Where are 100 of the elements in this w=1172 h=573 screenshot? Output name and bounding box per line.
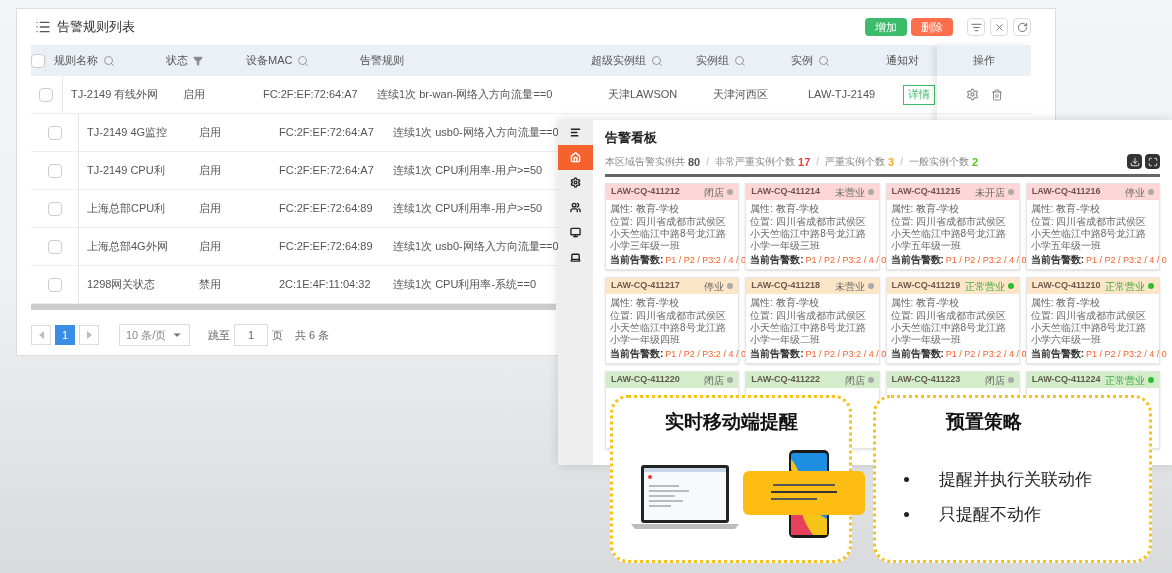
instance-location: 位置: 四川省成都市武侯区小天竺临江中路8号龙江路小学五年级一班: [1030, 216, 1148, 252]
instance-attribute: 属性: 教育-学校: [750, 203, 821, 215]
table-cell: 1298网关状态: [87, 278, 156, 291]
page-button[interactable]: 1: [55, 325, 75, 345]
table-cell: 启用: [182, 88, 205, 101]
instance-location: 位置: 四川省成都市武侯区小天竺临江中路8号龙江路小学一年级四班: [610, 310, 727, 346]
table-cell: 连续1次 br-wan-网络入方向流量==0: [376, 88, 553, 101]
instance-attribute: 属性: 教育-学校: [610, 203, 680, 215]
alarm-label: 当前告警数:: [610, 254, 664, 266]
instance-attribute: 属性: 教育-学校: [610, 297, 680, 309]
checkbox[interactable]: [39, 87, 54, 102]
table-cell: 连续1次 usb0-网络入方向流量==0: [393, 126, 559, 139]
laptop-icon: [570, 252, 581, 263]
instance-status: 正常营业: [1105, 373, 1145, 388]
alarm-label: 当前告警数:: [610, 348, 664, 360]
alarm-label: 当前告警数:: [750, 348, 804, 360]
table-cell: 连续1次 CPU利用率-用户>=50: [393, 164, 543, 177]
menu-icon: [570, 127, 581, 138]
instance-location: 位置: 四川省成都市武侯区小天竺临江中路8号龙江路小学一年级一班: [890, 310, 1008, 346]
instance-status: 闭店: [704, 185, 725, 200]
table-cell: TJ-2149 4G监控: [87, 126, 168, 139]
instance-status: 正常营业: [1105, 279, 1145, 294]
checkbox[interactable]: [47, 125, 62, 140]
checkbox[interactable]: [47, 201, 62, 216]
bullet-text: 提醒并执行关联动作: [939, 468, 1092, 491]
stat-label: 本区域告警实例共: [605, 155, 685, 170]
table-cell: LAW-TJ-2149: [807, 88, 876, 101]
instance-location: 位置: 四川省成都市武侯区小天竺临江中路8号龙江路小学六年级一班: [1030, 310, 1148, 346]
instance-id: LAW-CQ-411216: [1031, 185, 1101, 199]
search-icon: [297, 54, 310, 67]
table-cell: 上海总部CPU利: [87, 202, 166, 215]
instance-id: LAW-CQ-411212: [611, 185, 680, 199]
table-cell: 天津河西区: [712, 88, 768, 101]
table-cell: 连续1次 CPU利用率-系统==0: [393, 278, 537, 291]
download-button[interactable]: [1127, 154, 1142, 170]
search-icon: [103, 54, 115, 67]
next-page-button[interactable]: [79, 325, 99, 345]
alarm-label: 当前告警数:: [890, 348, 944, 360]
table-cell: 启用: [199, 202, 221, 215]
column-header: 设备MAC: [246, 53, 293, 69]
stat-label: 严重实例个数: [825, 155, 886, 170]
close-icon: [993, 21, 1005, 33]
stat-value: 2: [971, 154, 979, 170]
stat-label: 一般实例个数: [908, 155, 969, 170]
instance-location: 位置: 四川省成都市武侯区小天竺临江中路8号龙江路小学一年级二班: [750, 310, 867, 346]
alarm-counts: P1 / P2 / P3:2 / 4 / 0: [945, 348, 1027, 360]
page-size-select[interactable]: 10 条/页: [119, 324, 190, 346]
instance-status: 闭店: [984, 373, 1005, 388]
table-cell: 启用: [199, 164, 221, 177]
table-cell: 上海总部4G外网: [87, 240, 168, 253]
users-icon: [570, 202, 581, 213]
close-button[interactable]: [990, 18, 1008, 36]
settings-icon[interactable]: [965, 88, 979, 101]
filter-icon: [193, 55, 203, 66]
alarm-counts: P1 / P2 / P3:2 / 4 / 0: [945, 254, 1027, 266]
alarm-counts: P1 / P2 / P3:2 / 4 / 0: [805, 348, 887, 360]
stat-value: 17: [798, 154, 811, 170]
checkbox[interactable]: [31, 53, 45, 68]
detail-button[interactable]: 详情: [902, 84, 935, 105]
trash-icon[interactable]: [990, 88, 1003, 101]
instance-location: 位置: 四川省成都市武侯区小天竺临江中路8号龙江路小学一年级三班: [750, 216, 867, 252]
table-cell: FC:2F:EF:72:64:A7: [279, 126, 374, 139]
instance-status: 停业: [704, 279, 725, 294]
home-icon: [570, 152, 581, 163]
instance-id: LAW-CQ-411210: [1031, 279, 1101, 293]
alarm-label: 当前告警数:: [1030, 254, 1085, 266]
instance-id: LAW-CQ-411214: [751, 185, 821, 199]
checkbox[interactable]: [47, 239, 62, 254]
table-cell: TJ-2149 有线外网: [70, 88, 159, 101]
table-cell: FC:2F:EF:72:64:89: [279, 240, 373, 253]
fullscreen-button[interactable]: [1145, 154, 1160, 170]
instance-id: LAW-CQ-411217: [611, 279, 680, 293]
alarm-label: 当前告警数:: [890, 254, 944, 266]
instance-id: LAW-CQ-411218: [751, 279, 821, 293]
table-cell: 连续1次 CPU利用率-用户>=50: [393, 202, 543, 215]
page-unit: 页: [272, 327, 283, 343]
checkbox[interactable]: [47, 163, 62, 178]
checkbox[interactable]: [47, 277, 62, 292]
table-cell: 天津LAWSON: [607, 88, 678, 101]
page-input[interactable]: 1: [234, 324, 268, 346]
delete-button[interactable]: 删除: [911, 18, 953, 36]
search-icon: [651, 54, 663, 67]
alarm-counts: P1 / P2 / P3:2 / 4 / 0: [805, 254, 887, 266]
column-header: 操作: [973, 53, 996, 69]
previous-page-button[interactable]: [31, 325, 51, 345]
bullet-text: 只提醒不动作: [939, 504, 1041, 526]
refresh-button[interactable]: [1013, 18, 1031, 36]
total-count: 共 6 条: [295, 327, 330, 343]
bullet-icon: [904, 476, 909, 482]
add-button[interactable]: 增加: [865, 18, 907, 36]
instance-id: LAW-CQ-411220: [611, 373, 680, 387]
instance-location: 位置: 四川省成都市武侯区小天竺临江中路8号龙江路小学三年级一班: [610, 216, 727, 252]
table-cell: TJ-2149 CPU利: [87, 164, 165, 177]
bullet-icon: [904, 512, 909, 518]
column-header: 实例: [791, 53, 813, 69]
column-header: 实例组: [696, 53, 729, 69]
table-cell: FC:2F:EF:72:64:A7: [279, 164, 374, 177]
search-icon: [734, 54, 746, 67]
filter-button[interactable]: [967, 18, 985, 36]
stat-value: 3: [888, 154, 895, 170]
